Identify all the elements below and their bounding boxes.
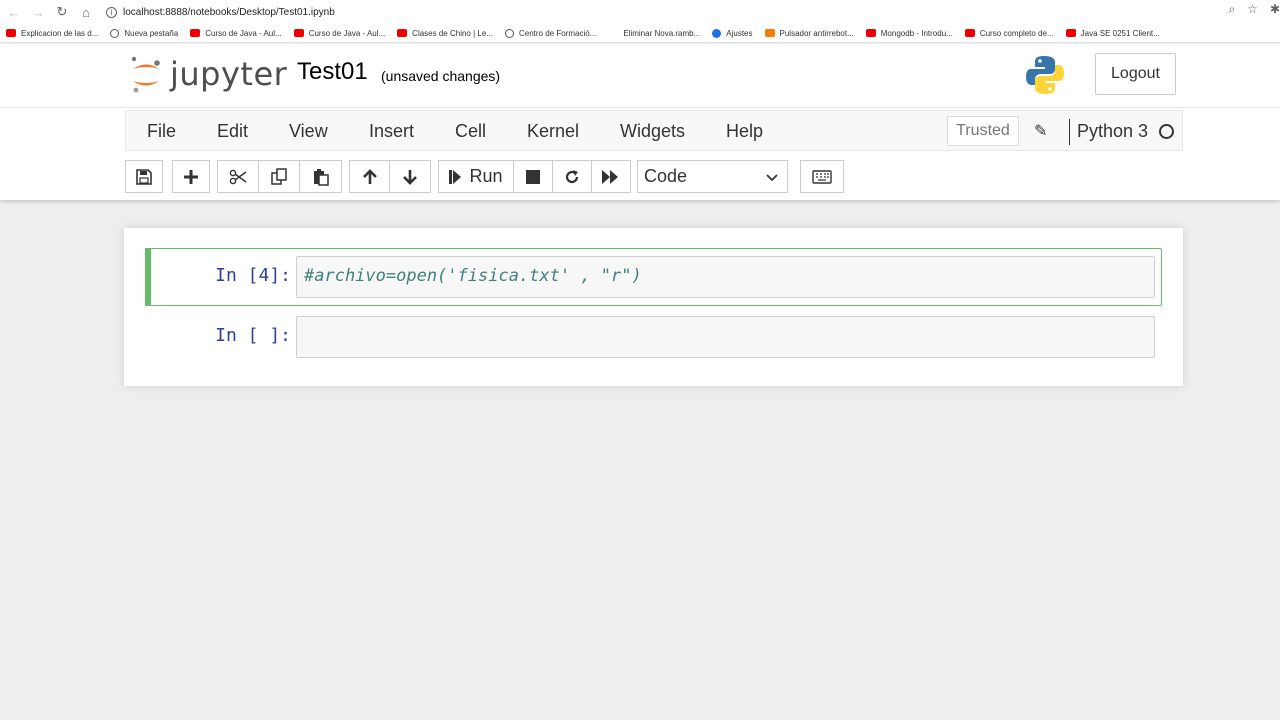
menu-kernel[interactable]: Kernel	[527, 121, 579, 142]
menu-cell[interactable]: Cell	[455, 121, 486, 142]
url-text: localhost:8888/notebooks/Desktop/Test01.…	[123, 6, 335, 18]
arrow-up-icon	[362, 168, 377, 184]
menu-insert[interactable]: Insert	[369, 121, 414, 142]
youtube-icon	[1065, 29, 1076, 37]
trusted-indicator[interactable]: Trusted	[947, 116, 1019, 146]
copy-button[interactable]	[258, 160, 300, 193]
bookmarks-bar: Explicacion de las d... Nueva pestaña Cu…	[0, 24, 1280, 43]
code-cell-selected[interactable]: In [4]: #archivo=open('fisica.txt' , "r"…	[145, 248, 1162, 306]
jupyter-logo[interactable]: jupyter	[130, 54, 287, 94]
zoom-icon[interactable]: ⌕	[1228, 2, 1235, 17]
youtube-icon	[293, 29, 304, 37]
youtube-icon	[964, 29, 975, 37]
notebook-toolbar-area: File Edit View Insert Cell Kernel Widget…	[0, 108, 1280, 200]
youtube-icon	[865, 29, 876, 37]
cell-prompt: In [4]:	[215, 265, 291, 286]
run-button[interactable]: Run	[438, 160, 514, 193]
edit-pencil-icon[interactable]: ✎	[1034, 121, 1047, 141]
extensions-icon[interactable]: ✱	[1270, 2, 1280, 17]
url-field[interactable]: i localhost:8888/notebooks/Desktop/Test0…	[106, 6, 335, 18]
bookmark-item[interactable]: Clases de Chino | Le...	[397, 29, 493, 38]
cell-input[interactable]	[296, 316, 1155, 358]
save-icon	[136, 168, 152, 185]
bookmark-item[interactable]: Java SE 0251 Client...	[1065, 29, 1160, 38]
globe-icon	[504, 28, 514, 38]
copy-icon	[271, 167, 287, 185]
globe-icon	[110, 28, 120, 38]
menu-widgets[interactable]: Widgets	[620, 121, 685, 142]
move-down-button[interactable]	[389, 160, 431, 193]
save-status: (unsaved changes)	[381, 68, 501, 84]
bookmark-item[interactable]: Curso de Java - Aul...	[190, 29, 282, 38]
plus-icon	[184, 169, 198, 184]
bookmark-star-icon[interactable]: ☆	[1247, 2, 1258, 17]
run-label: Run	[469, 166, 503, 186]
cell-type-select[interactable]: Code	[637, 160, 788, 193]
notebook-name[interactable]: Test01	[297, 58, 368, 86]
kernel-status-icon	[1159, 124, 1174, 139]
paste-button[interactable]	[299, 160, 342, 193]
bookmark-icon	[608, 29, 618, 37]
step-forward-icon	[449, 169, 462, 184]
insert-cell-button[interactable]	[172, 160, 210, 193]
bookmark-item[interactable]: Centro de Formació...	[504, 28, 596, 38]
bookmark-item[interactable]: Mongodb - Introdu...	[865, 29, 953, 38]
youtube-icon	[6, 29, 16, 37]
browser-address-bar: ← → ↻ ⌂ i localhost:8888/notebooks/Deskt…	[0, 0, 1280, 24]
bookmark-item[interactable]: Curso completo de...	[964, 29, 1054, 38]
jupyter-header: jupyter Test01 (unsaved changes) Logout	[0, 44, 1280, 108]
bookmark-item[interactable]: Nueva pestaña	[110, 28, 178, 38]
menu-bar: File Edit View Insert Cell Kernel Widget…	[125, 110, 1183, 151]
blogger-icon	[764, 29, 775, 37]
youtube-icon	[190, 29, 201, 37]
chevron-down-icon	[766, 174, 778, 182]
site-info-icon[interactable]: i	[106, 6, 117, 18]
bookmark-item[interactable]: Eliminar Nova.ramb...	[608, 29, 700, 38]
menu-help[interactable]: Help	[726, 121, 763, 142]
cell-prompt: In [ ]:	[215, 325, 291, 346]
menu-edit[interactable]: Edit	[217, 121, 248, 142]
fast-forward-icon	[602, 169, 618, 184]
jupyter-mark-icon	[131, 56, 160, 93]
code-cell[interactable]: In [ ]:	[145, 308, 1162, 366]
gear-icon	[712, 28, 722, 38]
arrow-down-icon	[403, 169, 417, 185]
interrupt-kernel-button[interactable]	[513, 160, 553, 193]
paste-icon	[313, 168, 329, 186]
move-up-button[interactable]	[349, 160, 390, 193]
save-button[interactable]	[125, 160, 163, 193]
keyboard-icon	[812, 169, 832, 184]
scissors-icon	[229, 169, 247, 184]
bookmark-item[interactable]: Ajustes	[712, 28, 753, 38]
bookmark-item[interactable]: Curso de Java - Aul...	[293, 29, 385, 38]
forward-arrow-icon[interactable]: →	[28, 2, 48, 22]
python-logo-icon	[1026, 56, 1064, 94]
youtube-icon	[397, 29, 408, 37]
logout-button[interactable]: Logout	[1095, 53, 1176, 95]
jupyter-wordmark: jupyter	[170, 55, 288, 93]
reload-icon[interactable]: ↻	[52, 2, 72, 22]
home-icon[interactable]: ⌂	[76, 2, 96, 22]
restart-run-all-button[interactable]	[591, 160, 631, 193]
back-arrow-icon[interactable]: ←	[4, 2, 24, 22]
stop-icon	[526, 169, 540, 184]
kernel-name: Python 3	[1077, 121, 1149, 141]
cut-button[interactable]	[217, 160, 259, 193]
kernel-separator	[1069, 119, 1070, 145]
notebook-container: In [4]: #archivo=open('fisica.txt' , "r"…	[124, 228, 1183, 386]
menu-file[interactable]: File	[147, 121, 176, 142]
command-palette-button[interactable]	[800, 160, 844, 193]
restart-icon	[565, 169, 579, 183]
restart-kernel-button[interactable]	[552, 160, 592, 193]
menu-view[interactable]: View	[289, 121, 328, 142]
cell-input[interactable]: #archivo=open('fisica.txt' , "r")	[296, 256, 1155, 298]
cell-type-value: Code	[644, 166, 688, 186]
bookmark-item[interactable]: Pulsador antirrebot...	[764, 29, 854, 38]
bookmark-item[interactable]: Explicacion de las d...	[6, 29, 98, 38]
cell-code: #archivo=open('fisica.txt' , "r")	[304, 266, 642, 286]
